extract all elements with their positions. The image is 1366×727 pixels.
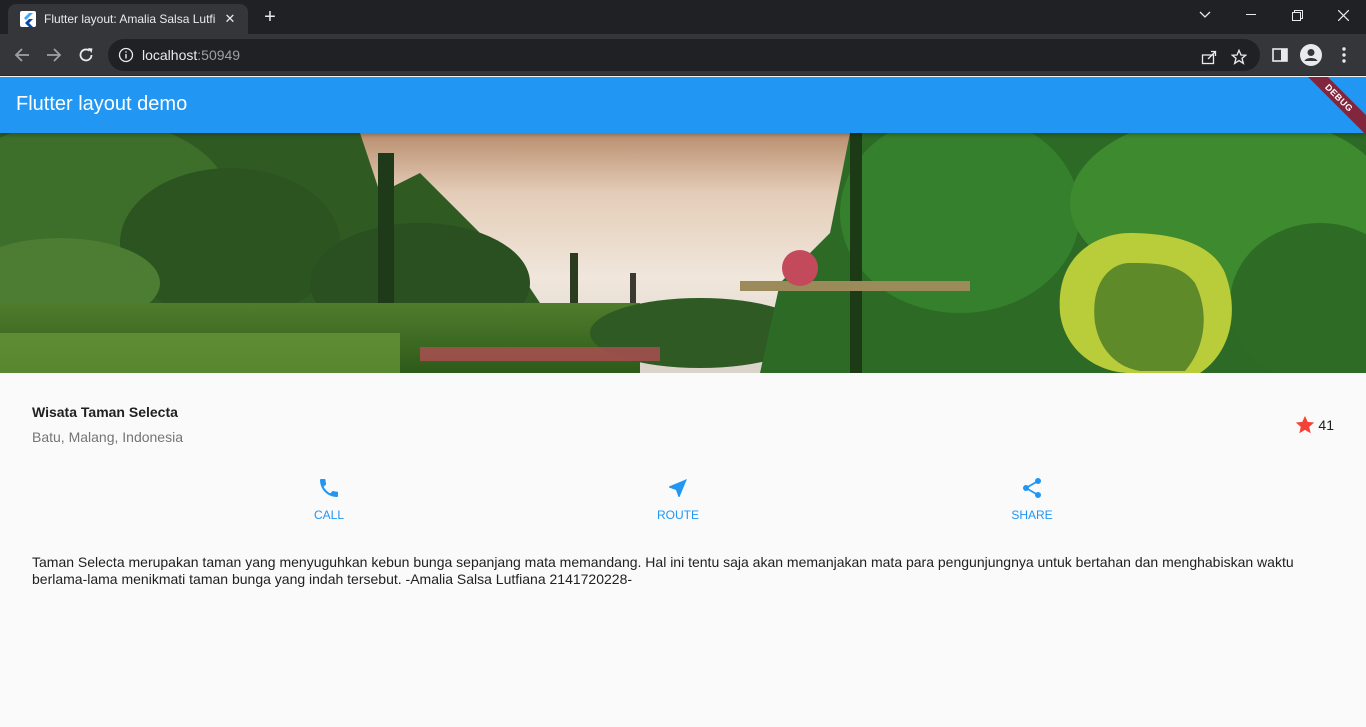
browser-toolbar: localhost:50949: [0, 34, 1366, 76]
browser-tabstrip: Flutter layout: Amalia Salsa Lutfiana ✕ …: [0, 0, 1366, 34]
browser-tab[interactable]: Flutter layout: Amalia Salsa Lutfiana ✕: [8, 4, 248, 34]
debug-banner: DEBUG: [1295, 77, 1366, 133]
description-text: Taman Selecta merupakan taman yang menyu…: [32, 554, 1294, 587]
tab-title: Flutter layout: Amalia Salsa Lutfiana: [44, 12, 216, 26]
rating-count: 41: [1318, 417, 1334, 433]
rating: 41: [1294, 414, 1334, 436]
back-button[interactable]: [8, 41, 36, 69]
route-label: ROUTE: [657, 508, 699, 522]
share-button[interactable]: SHARE: [992, 476, 1072, 522]
new-tab-button[interactable]: +: [258, 5, 282, 29]
call-button[interactable]: CALL: [289, 476, 369, 522]
place-location: Batu, Malang, Indonesia: [32, 429, 183, 445]
route-button[interactable]: ROUTE: [638, 476, 718, 522]
share-icon: [1023, 478, 1041, 498]
reload-icon: [79, 48, 93, 62]
more-menu-icon[interactable]: [1332, 43, 1356, 67]
flutter-favicon-icon: [20, 11, 36, 27]
title-section: Wisata Taman Selecta Batu, Malang, Indon…: [32, 404, 1334, 448]
app-bar: Flutter layout demo DEBUG: [0, 77, 1366, 133]
bookmark-star-icon[interactable]: [1228, 46, 1250, 68]
reload-button[interactable]: [72, 41, 100, 69]
forward-button[interactable]: [40, 41, 68, 69]
share-page-icon[interactable]: [1198, 46, 1220, 68]
restore-button[interactable]: [1274, 0, 1320, 30]
phone-icon: [320, 479, 338, 497]
side-panel-icon[interactable]: [1268, 43, 1292, 67]
close-window-button[interactable]: [1320, 0, 1366, 30]
hero-image: [0, 133, 1366, 373]
address-bar[interactable]: localhost:50949: [108, 39, 1260, 71]
place-name: Wisata Taman Selecta: [32, 404, 178, 420]
star-icon: [1296, 415, 1315, 434]
url-text[interactable]: localhost:50949: [142, 47, 240, 63]
near-me-icon: [669, 479, 687, 497]
share-label: SHARE: [1011, 508, 1053, 522]
call-label: CALL: [313, 508, 345, 522]
forward-arrow-icon: [47, 48, 62, 62]
tab-close-icon[interactable]: ✕: [222, 11, 238, 27]
back-arrow-icon: [14, 48, 29, 62]
minimize-button[interactable]: [1228, 0, 1274, 30]
tab-search-icon[interactable]: [1182, 0, 1228, 30]
profile-avatar-icon[interactable]: [1299, 43, 1323, 67]
site-info-icon[interactable]: [118, 47, 134, 63]
app-title: Flutter layout demo: [16, 93, 188, 115]
action-button-row: CALL ROUTE SHARE: [0, 476, 1366, 526]
